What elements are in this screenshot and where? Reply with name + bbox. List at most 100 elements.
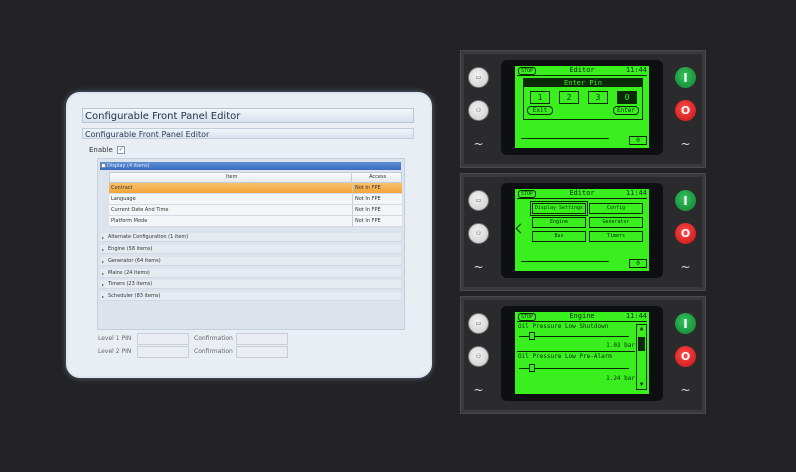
group-alternate-configuration[interactable]: Alternate Configuration (1 item) [100, 233, 401, 242]
mode-button-icon[interactable]: ⚇ [468, 100, 489, 121]
menu-timers[interactable]: Timers [589, 231, 643, 242]
lcd-status-bar: Engine STOP 11:44 [515, 312, 649, 321]
menu-bus[interactable]: Bus [532, 231, 586, 242]
item-cell: Current Date And Time [111, 207, 169, 213]
group-mains[interactable]: Mains (24 items) [100, 269, 401, 278]
stop-button[interactable]: O [675, 346, 696, 367]
menu-engine[interactable]: Engine [532, 217, 586, 228]
enable-row: Enable ✓ [89, 146, 126, 154]
group-generator[interactable]: Generator (64 items) [100, 257, 401, 266]
lcd-time: 11:44 [625, 189, 647, 197]
item-tree: Display (4 items) Item Access Contract N… [97, 158, 405, 330]
enable-checkbox[interactable]: ✓ [117, 146, 126, 154]
stop-button[interactable]: O [675, 100, 696, 121]
lcd-bezel: Engine STOP 11:44 Oil Pressure Low Shutd… [501, 306, 663, 401]
controller-module-pin: ▭ ⚇ ~ I O ~ Editor STOP 11:44 Enter Pin … [460, 50, 706, 168]
nav-button-right-icon[interactable]: ~ [675, 256, 696, 277]
stop-button[interactable]: O [675, 223, 696, 244]
page-indicator: 0 [629, 259, 647, 268]
start-button[interactable]: I [675, 190, 696, 211]
menu-button-icon[interactable]: ▭ [468, 67, 489, 88]
level1-pin-input[interactable] [137, 333, 189, 345]
divider [517, 75, 647, 76]
menu-button-icon[interactable]: ▭ [468, 190, 489, 211]
setting-value: 1.03 bar [606, 342, 635, 349]
nav-button-right-icon[interactable]: ~ [675, 133, 696, 154]
level1-confirmation-input[interactable] [236, 333, 288, 345]
setting-slider-track [519, 368, 629, 369]
nav-button-icon[interactable]: ~ [468, 256, 489, 277]
menu-display-settings[interactable]: Display Settings [530, 201, 588, 216]
group-display[interactable]: Display (4 items) [100, 162, 401, 170]
access-cell[interactable]: Not In FPE [352, 183, 402, 193]
scroll-down-icon[interactable]: ▼ [637, 381, 646, 389]
lcd-status-bar: Editor STOP 11:44 [515, 66, 649, 75]
scrollbar[interactable]: ▲ ▼ [636, 324, 647, 390]
lcd-status-bar: Editor STOP 11:44 [515, 189, 649, 198]
start-button[interactable]: I [675, 313, 696, 334]
item-cell: Platform Mode [111, 218, 148, 224]
menu-button-icon[interactable]: ▭ [468, 313, 489, 334]
editor-title: Configurable Front Panel Editor [82, 108, 414, 123]
level2-pin-input[interactable] [137, 346, 189, 358]
level1-pin-label: Level 1 PIN [98, 335, 132, 342]
scroll-up-icon[interactable]: ▲ [637, 325, 646, 333]
lcd-screen: Editor STOP 11:44 Display Settings Confi… [515, 189, 649, 271]
nav-button-icon[interactable]: ~ [468, 133, 489, 154]
level2-confirmation-input[interactable] [236, 346, 288, 358]
access-cell[interactable]: Not In FPE [352, 205, 402, 215]
access-cell[interactable]: Not In FPE [352, 216, 402, 226]
editor-subtitle: Configurable Front Panel Editor [82, 128, 414, 139]
stop-status-badge: STOP [518, 313, 537, 321]
breaker-line-icon [521, 261, 609, 262]
divider [517, 198, 647, 199]
level2-pin-label: Level 2 PIN [98, 348, 132, 355]
pin-dialog-header: Enter Pin [524, 79, 642, 87]
item-cell: Contract [111, 185, 133, 191]
pin-dialog: Enter Pin 1 2 3 0 Exit Enter [523, 78, 643, 120]
group-display-label: Display (4 items) [107, 163, 150, 169]
pin-digit[interactable]: 2 [559, 91, 579, 104]
setting-value: 1.24 bar [606, 375, 635, 382]
table-row[interactable]: Contract Not In FPE [109, 183, 402, 194]
table-row[interactable]: Current Date And Time Not In FPE [109, 205, 402, 216]
access-cell[interactable]: Not In FPE [352, 194, 402, 204]
controller-module-engine: ▭ ⚇ ~ I O ~ Engine STOP 11:44 Oil Pressu… [460, 296, 706, 414]
exit-button[interactable]: Exit [527, 106, 553, 115]
setting-slider-knob[interactable] [529, 332, 535, 340]
left-arrow-icon[interactable] [515, 223, 526, 234]
group-scheduler[interactable]: Scheduler (83 items) [100, 292, 401, 301]
table-row[interactable]: Platform Mode Not In FPE [109, 216, 402, 227]
scroll-thumb[interactable] [638, 337, 645, 351]
pin-digit[interactable]: 3 [588, 91, 608, 104]
menu-config[interactable]: Config [589, 203, 643, 214]
group-engine[interactable]: Engine (58 items) [100, 245, 401, 254]
lcd-time: 11:44 [625, 66, 647, 74]
start-button[interactable]: I [675, 67, 696, 88]
lcd-bezel: Editor STOP 11:44 Enter Pin 1 2 3 0 Exit… [501, 60, 663, 155]
nav-button-right-icon[interactable]: ~ [675, 379, 696, 400]
setting-slider-knob[interactable] [529, 364, 535, 372]
divider [517, 321, 647, 322]
mode-button-icon[interactable]: ⚇ [468, 346, 489, 367]
table-row[interactable]: Language Not In FPE [109, 194, 402, 205]
nav-button-icon[interactable]: ~ [468, 379, 489, 400]
page-indicator: 0 [629, 136, 647, 145]
lcd-screen: Engine STOP 11:44 Oil Pressure Low Shutd… [515, 312, 649, 394]
enter-button[interactable]: Enter [613, 106, 639, 115]
enable-label: Enable [89, 146, 113, 154]
stop-status-badge: STOP [518, 67, 537, 75]
setting-slider-track [519, 336, 629, 337]
pin-digit[interactable]: 1 [530, 91, 550, 104]
level2-confirmation-label: Confirmation [194, 348, 233, 355]
display-items-grid: Item Access Contract Not In FPE Language… [109, 172, 402, 227]
column-header-item[interactable]: Item [110, 173, 351, 182]
item-cell: Language [111, 196, 136, 202]
pin-digit-selected[interactable]: 0 [617, 91, 637, 104]
mode-button-icon[interactable]: ⚇ [468, 223, 489, 244]
collapse-toggle-icon[interactable] [101, 163, 106, 168]
column-header-access[interactable]: Access [351, 173, 401, 182]
breaker-line-icon [521, 138, 609, 139]
group-timers[interactable]: Timers (23 items) [100, 280, 401, 289]
menu-generator[interactable]: Generator [589, 217, 643, 228]
